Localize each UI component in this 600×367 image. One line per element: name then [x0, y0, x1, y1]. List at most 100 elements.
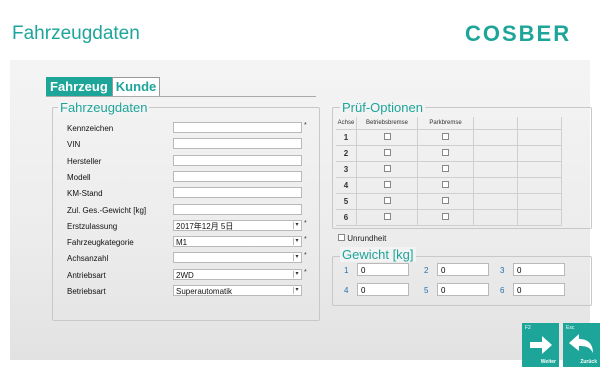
table-row: 6 [336, 209, 562, 226]
tab-underline [46, 96, 316, 97]
pruef-options-legend: Prüf-Optionen [340, 100, 425, 115]
select-field[interactable]: Superautomatik ▾ [173, 285, 302, 296]
text-field[interactable] [173, 187, 302, 199]
betriebsbremse-checkbox[interactable] [383, 197, 391, 204]
field-value: 2017年12月 5日 [176, 221, 234, 231]
betriebsbremse-checkbox[interactable] [383, 149, 391, 156]
table-cell [517, 129, 562, 146]
chevron-down-icon[interactable]: ▾ [293, 270, 300, 278]
table-cell [517, 145, 562, 162]
text-field[interactable] [173, 154, 302, 166]
parkbremse-checkbox[interactable] [442, 213, 449, 220]
table-cell [517, 177, 562, 194]
chevron-down-icon[interactable]: ▾ [293, 221, 300, 229]
gewicht-input[interactable]: 0 [513, 283, 565, 296]
table-cell [417, 161, 474, 178]
tab-kunde[interactable]: Kunde [111, 77, 161, 97]
gewicht-input[interactable]: 0 [437, 263, 489, 276]
betriebsbremse-checkbox[interactable] [383, 213, 391, 220]
field-value: Superautomatik [176, 287, 233, 296]
gewicht-input[interactable]: 0 [513, 263, 565, 276]
field-label: Fahrzeugkategorie [67, 238, 134, 248]
table-cell [356, 161, 418, 178]
gewicht-axle-label: 4 [344, 286, 349, 295]
field-value: 2WD [176, 270, 194, 280]
table-cell [473, 145, 518, 162]
parkbremse-checkbox[interactable] [442, 149, 449, 156]
pruef-table: Achse Betriebsbremse Parkbremse 123456 [336, 117, 562, 226]
field-label: Antriebsart [67, 270, 106, 280]
gewicht-axle-label: 5 [424, 286, 429, 295]
field-value: M1 [176, 238, 188, 248]
gewicht-input[interactable]: 0 [357, 283, 409, 296]
weiter-label: Weiter [540, 359, 556, 365]
weiter-button[interactable]: F2 Weiter [522, 323, 559, 367]
zurueck-button[interactable]: Esc Zurück [563, 323, 600, 367]
unrundheit-checkbox[interactable]: Unrundheit [338, 234, 386, 243]
gewicht-input[interactable]: 0 [357, 263, 409, 276]
page-title: Fahrzeugdaten [12, 23, 140, 44]
gewicht-axle-label: 2 [424, 266, 429, 275]
betriebsbremse-checkbox[interactable] [383, 133, 391, 140]
select-field[interactable]: 2017年12月 5日 ▾ [173, 219, 302, 231]
table-cell [417, 129, 474, 146]
table-cell [473, 161, 518, 178]
text-field[interactable] [173, 122, 302, 133]
unrundheit-label: Unrundheit [347, 234, 387, 243]
svg-text:COSBER: COSBER [465, 21, 571, 46]
table-cell [417, 145, 474, 162]
zurueck-label: Zurück [580, 359, 597, 365]
table-row: 1 [336, 129, 562, 146]
table-cell [517, 209, 562, 226]
table-cell [473, 177, 518, 194]
required-marker: * [304, 122, 307, 129]
chevron-down-icon[interactable]: ▾ [293, 254, 300, 262]
axle-number: 2 [336, 145, 357, 162]
select-field[interactable]: M1 ▾ [173, 236, 302, 248]
chevron-down-icon[interactable]: ▾ [293, 287, 300, 294]
cosber-logo: COSBER [465, 21, 571, 46]
col-betriebsbremse: Betriebsbremse [356, 117, 418, 130]
field-label: Erstzulassung [67, 221, 118, 231]
col-extra-2 [517, 117, 562, 130]
tab-bar: Fahrzeug Kunde [46, 77, 161, 97]
gewicht-axle-label: 3 [500, 266, 505, 275]
field-label: Hersteller [67, 156, 102, 166]
gewicht-legend: Gewicht [kg] [340, 247, 416, 262]
required-marker: * [304, 252, 307, 260]
required-marker: * [304, 236, 307, 244]
required-marker: * [304, 219, 307, 227]
col-achse: Achse [336, 117, 357, 130]
betriebsbremse-checkbox[interactable] [383, 165, 391, 172]
select-field[interactable]: ▾ [173, 252, 302, 264]
text-field[interactable] [173, 138, 302, 150]
table-cell [356, 209, 418, 226]
required-marker: * [304, 268, 307, 276]
unrundheit-box[interactable] [338, 234, 345, 241]
parkbremse-checkbox[interactable] [442, 197, 449, 204]
parkbremse-checkbox[interactable] [442, 133, 449, 140]
field-label: Achsanzahl [67, 254, 109, 264]
table-cell [517, 161, 562, 178]
table-row: 4 [336, 177, 562, 194]
select-field[interactable]: 2WD ▾ [173, 268, 302, 280]
table-cell [517, 193, 562, 210]
table-cell [356, 193, 418, 210]
tab-fahrzeug[interactable]: Fahrzeug [46, 77, 112, 97]
parkbremse-checkbox[interactable] [442, 165, 449, 172]
table-cell [417, 193, 474, 210]
axle-number: 5 [336, 193, 357, 210]
text-field[interactable] [173, 203, 302, 215]
field-label: KM-Stand [67, 189, 103, 199]
table-cell [356, 129, 418, 146]
field-label: Kennzeichen [67, 124, 114, 133]
table-cell [417, 177, 474, 194]
gewicht-input[interactable]: 0 [437, 283, 489, 296]
parkbremse-checkbox[interactable] [442, 181, 449, 188]
table-cell [473, 193, 518, 210]
table-cell [473, 209, 518, 226]
table-cell [356, 177, 418, 194]
chevron-down-icon[interactable]: ▾ [293, 238, 300, 246]
betriebsbremse-checkbox[interactable] [383, 181, 391, 188]
text-field[interactable] [173, 170, 302, 182]
